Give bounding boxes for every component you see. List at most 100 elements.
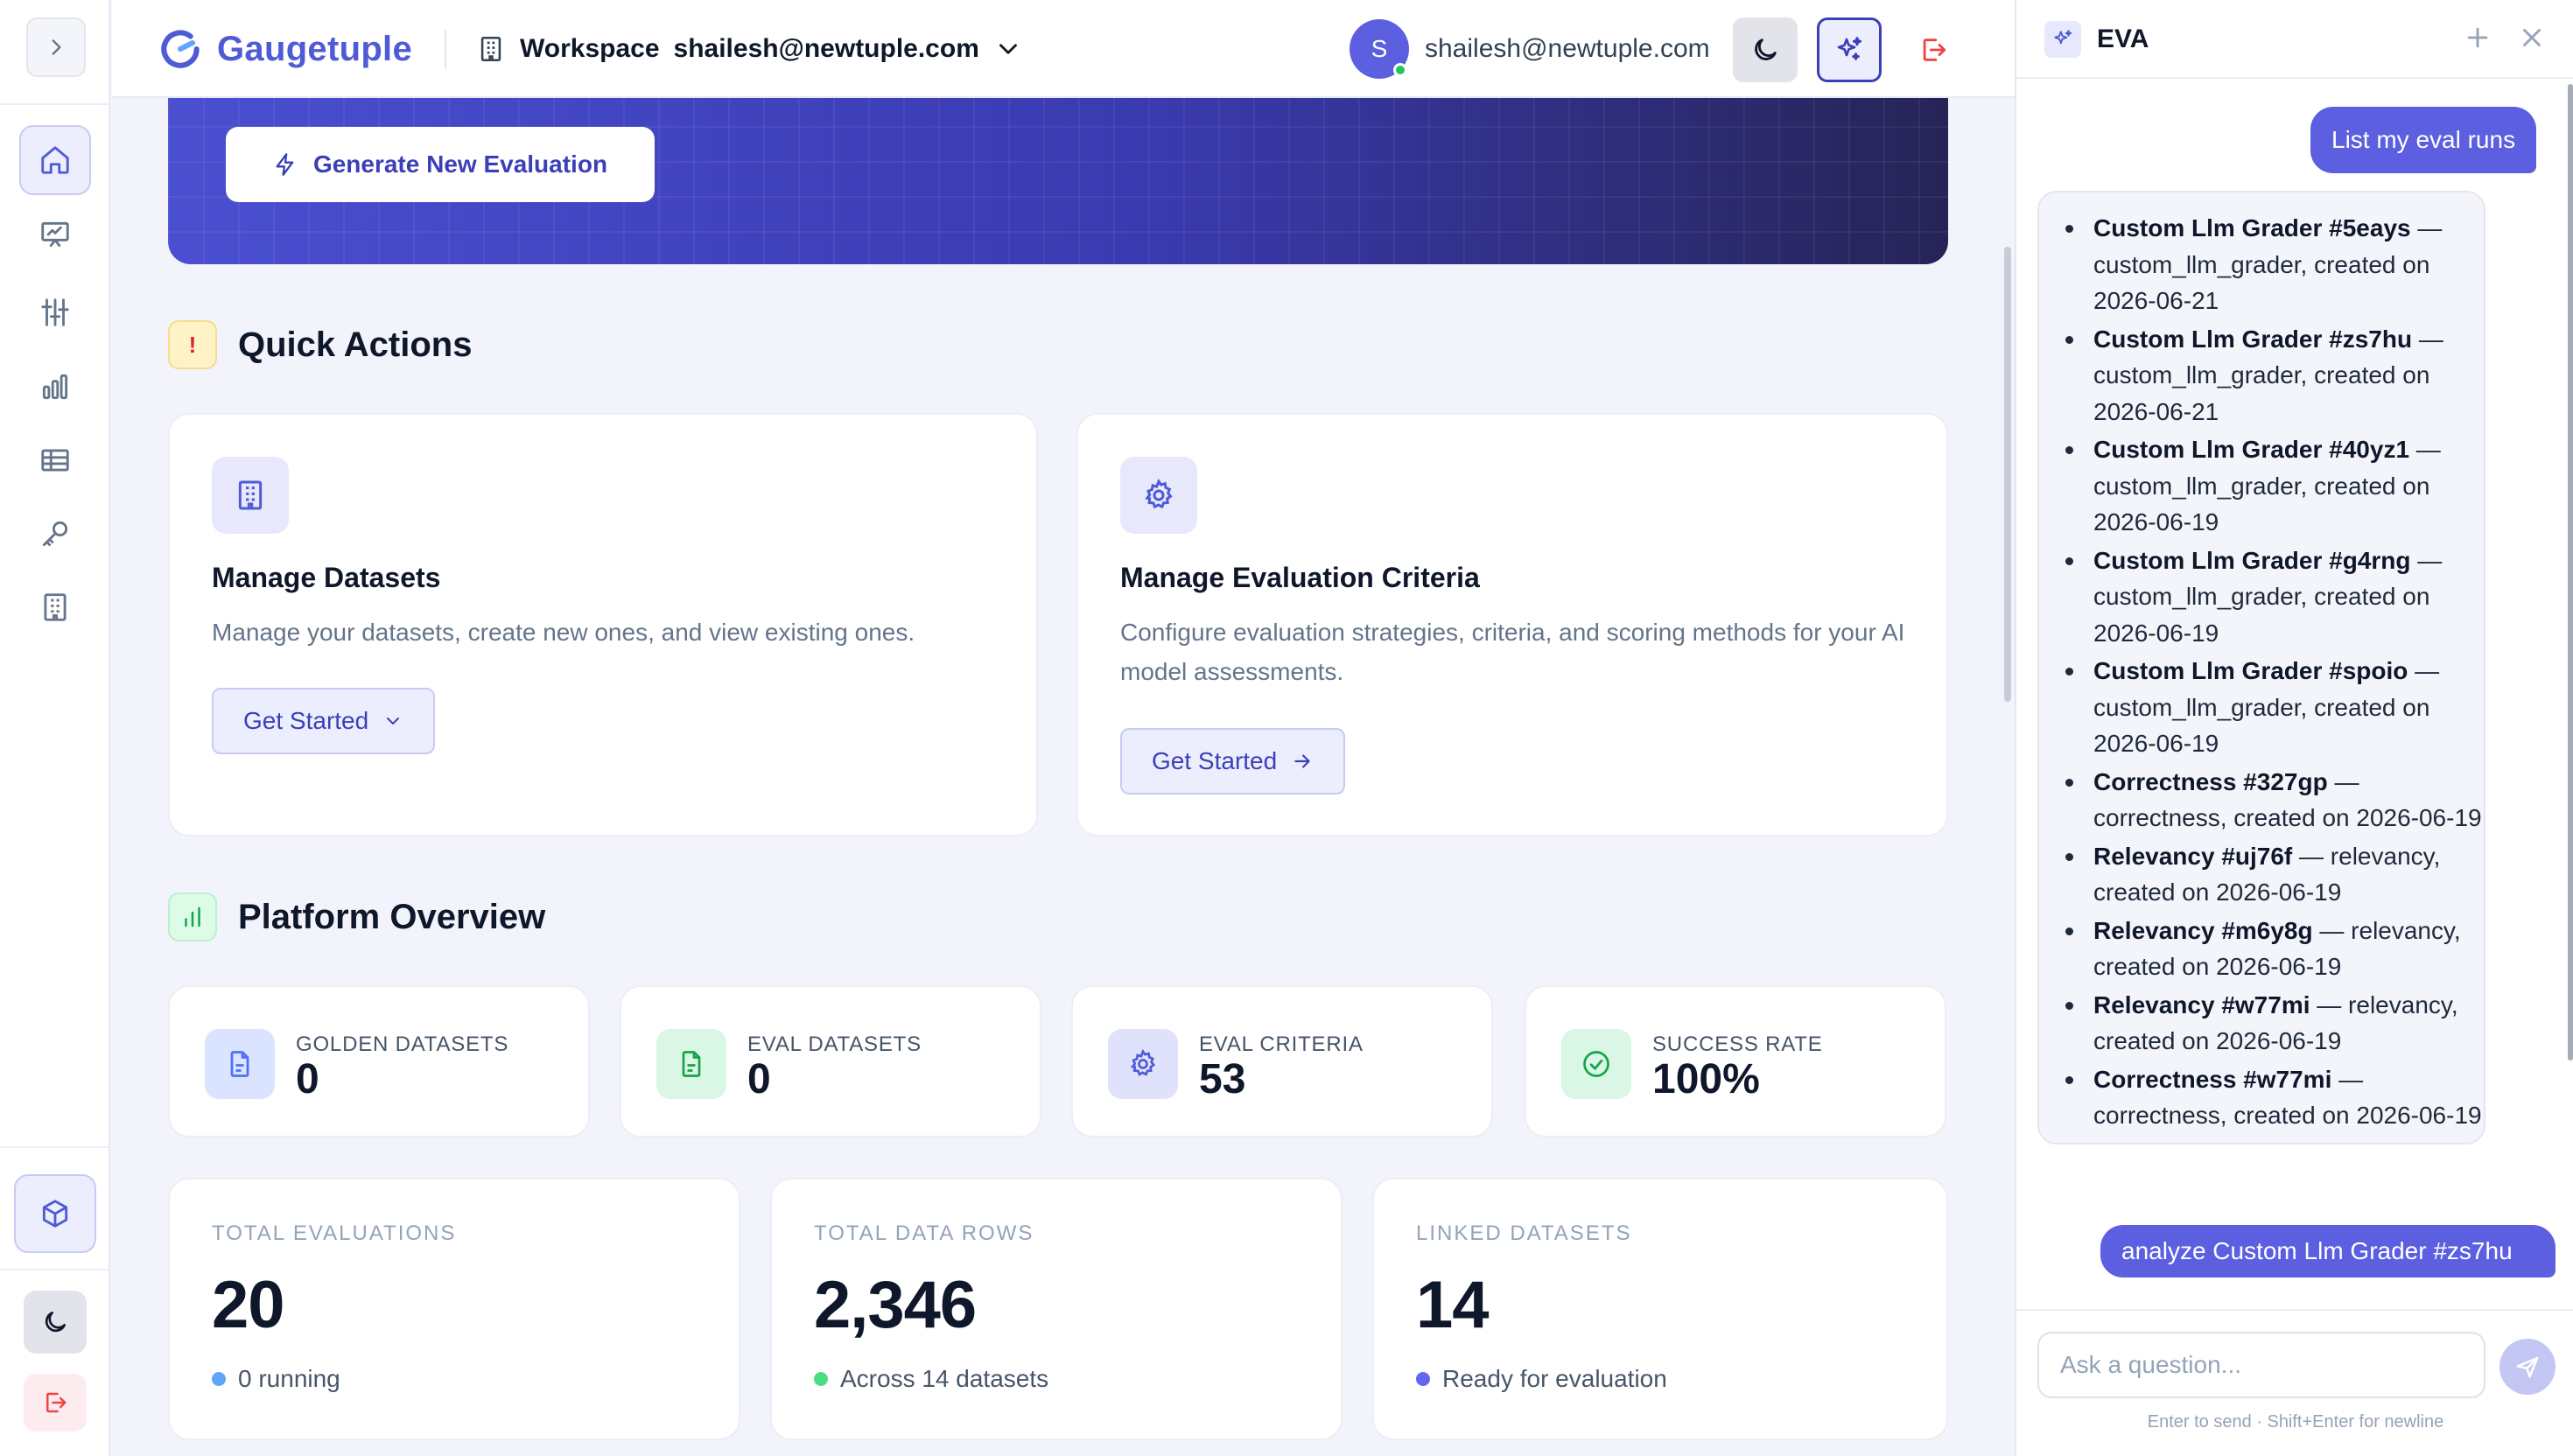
- chevron-right-icon: [52, 39, 61, 55]
- nav-analytics[interactable]: [19, 352, 91, 422]
- datasets-get-started-button[interactable]: Get Started: [212, 688, 436, 754]
- avatar: S: [1350, 19, 1409, 79]
- theme-toggle-button[interactable]: [24, 1291, 87, 1354]
- eva-assistant-panel: EVA List my eval runs Custom Llm Grader …: [2015, 0, 2573, 1456]
- eva-title: EVA: [2097, 24, 2149, 53]
- nav-api-keys[interactable]: [19, 499, 91, 569]
- cube-icon: [42, 1200, 68, 1228]
- eval-run-item: Relevancy #uj76f — relevancy, created on…: [2060, 838, 2484, 911]
- user-menu[interactable]: S shailesh@newtuple.com: [1350, 19, 1710, 79]
- nav-home[interactable]: [19, 125, 91, 195]
- chevron-down-icon: [999, 44, 1017, 54]
- stat-label: SUCCESS RATE: [1652, 1032, 1823, 1056]
- check-circle-icon: [1561, 1029, 1631, 1099]
- eval-run-name: Relevancy #uj76f: [2093, 842, 2293, 870]
- stat-value: 0: [296, 1056, 319, 1102]
- platform-overview-heading: Platform Overview: [168, 892, 545, 942]
- eval-run-name: Correctness #327gp: [2093, 767, 2328, 795]
- nav-presentations[interactable]: [19, 200, 91, 270]
- table-icon: [41, 449, 69, 472]
- gauge-logo-icon: [161, 30, 200, 68]
- linked-datasets-card[interactable]: LINKED DATASETS 14 Ready for evaluation: [1372, 1178, 1948, 1440]
- chat-scrollbar[interactable]: [2568, 84, 2573, 1060]
- eval-run-name: Relevancy #m6y8g: [2093, 916, 2313, 944]
- send-button[interactable]: [2499, 1339, 2555, 1395]
- header-logout-button[interactable]: [1901, 18, 1966, 82]
- logout-button[interactable]: [24, 1374, 87, 1432]
- stat-eval-criteria[interactable]: EVAL CRITERIA 53: [1071, 985, 1493, 1138]
- eval-run-name: Custom Llm Grader #g4rng: [2093, 546, 2411, 574]
- eval-run-name: Correctness #w77mi: [2093, 1065, 2332, 1093]
- stat-label: GOLDEN DATASETS: [296, 1032, 509, 1056]
- building-icon: [44, 593, 67, 621]
- dark-mode-button[interactable]: [1733, 18, 1798, 82]
- card-title: Manage Evaluation Criteria: [1120, 562, 1480, 593]
- chat-messages[interactable]: List my eval runs Custom Llm Grader #5ea…: [2016, 80, 2573, 1309]
- nav-datasets[interactable]: [19, 425, 91, 495]
- stat-value: 53: [1199, 1056, 1246, 1102]
- stat-golden-datasets[interactable]: GOLDEN DATASETS 0: [168, 985, 590, 1138]
- platform-overview-title: Platform Overview: [238, 897, 546, 936]
- stat-success-rate[interactable]: SUCCESS RATE 100%: [1525, 985, 1946, 1138]
- stat-value: 100%: [1652, 1056, 1760, 1102]
- chat-input[interactable]: [2037, 1332, 2485, 1398]
- online-status-dot: [1393, 63, 1407, 77]
- gear-icon: [1120, 457, 1197, 534]
- workspace-label: Workspace: [520, 34, 660, 63]
- nav-models[interactable]: [14, 1174, 96, 1253]
- lightning-icon: [276, 153, 294, 176]
- eval-run-item: Relevancy #m6y8g — relevancy, created on…: [2060, 913, 2484, 985]
- eval-run-name: Relevancy #w77mi: [2093, 990, 2310, 1018]
- top-header: Gaugetuple Workspace shailesh@newtuple.c…: [112, 0, 2015, 98]
- alert-icon: !: [168, 320, 217, 369]
- moon-icon: [45, 1312, 66, 1333]
- eval-run-item: Custom Llm Grader #zs7hu — custom_llm_gr…: [2060, 321, 2484, 430]
- nav-organization[interactable]: [19, 572, 91, 642]
- eval-run-item: Correctness #327gp — correctness, create…: [2060, 764, 2484, 836]
- main-content: Generate New Evaluation ! Quick Actions …: [112, 98, 2015, 1456]
- criteria-get-started-button[interactable]: Get Started: [1120, 728, 1346, 794]
- home-icon: [41, 146, 69, 174]
- stat-eval-datasets[interactable]: EVAL DATASETS 0: [620, 985, 1041, 1138]
- key-icon: [42, 521, 68, 547]
- eva-assistant-toggle[interactable]: [1817, 18, 1882, 82]
- logout-icon: [1923, 38, 1946, 61]
- eval-run-name: Custom Llm Grader #spoio: [2093, 657, 2408, 684]
- new-chat-button[interactable]: [2463, 23, 2492, 52]
- nav-criteria[interactable]: [19, 277, 91, 347]
- total-data-rows-card[interactable]: TOTAL DATA ROWS 2,346 Across 14 datasets: [770, 1178, 1343, 1440]
- chat-composer: Enter to send · Shift+Enter for newline: [2016, 1309, 2573, 1456]
- expand-sidebar-button[interactable]: [26, 18, 86, 77]
- card-value: 20: [212, 1268, 285, 1342]
- button-label: Get Started: [1152, 747, 1278, 774]
- user-message: List my eval runs: [2310, 107, 2537, 173]
- left-rail: [0, 0, 110, 1456]
- send-icon: [2516, 1356, 2539, 1378]
- card-label: TOTAL DATA ROWS: [814, 1222, 1034, 1245]
- main-scrollbar[interactable]: [2004, 247, 2011, 702]
- moon-icon: [1755, 38, 1777, 60]
- card-subtext: Across 14 datasets: [814, 1365, 1048, 1393]
- eval-run-item: Custom Llm Grader #5eays — custom_llm_gr…: [2060, 210, 2484, 319]
- card-description: Configure evaluation strategies, criteri…: [1120, 619, 1905, 685]
- generate-evaluation-button[interactable]: Generate New Evaluation: [226, 127, 655, 202]
- close-panel-button[interactable]: [2517, 23, 2547, 52]
- manage-criteria-card: Manage Evaluation Criteria Configure eva…: [1076, 413, 1948, 836]
- card-value: 2,346: [814, 1268, 977, 1342]
- eva-header: EVA: [2016, 0, 2573, 79]
- eval-run-item: Custom Llm Grader #40yz1 — custom_llm_gr…: [2060, 431, 2484, 541]
- arrow-right-icon: [1294, 754, 1310, 768]
- quick-actions-title: Quick Actions: [238, 325, 473, 364]
- workspace-selector[interactable]: Workspace shailesh@newtuple.com: [476, 26, 1023, 72]
- total-evaluations-card[interactable]: TOTAL EVALUATIONS 20 0 running: [168, 1178, 740, 1440]
- card-label: TOTAL EVALUATIONS: [212, 1222, 457, 1245]
- brand-logo[interactable]: Gaugetuple: [156, 23, 412, 75]
- logout-icon: [46, 1392, 67, 1413]
- document-icon: [205, 1029, 275, 1099]
- eval-run-name: Custom Llm Grader #40yz1: [2093, 436, 2410, 463]
- hero-banner: Generate New Evaluation: [168, 98, 1948, 264]
- stat-label: EVAL CRITERIA: [1199, 1032, 1364, 1056]
- status-dot: [212, 1372, 226, 1386]
- eval-run-name: Custom Llm Grader #5eays: [2093, 214, 2411, 242]
- building-icon: [212, 457, 289, 534]
